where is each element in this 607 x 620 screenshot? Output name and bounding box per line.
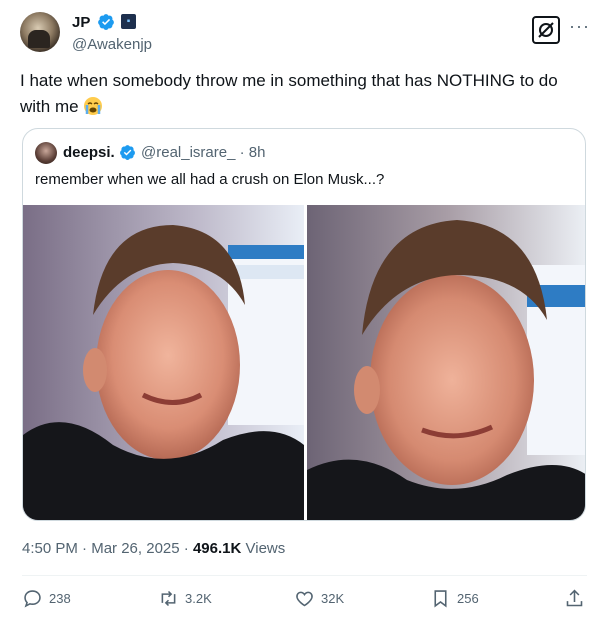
tweet-header: JP ▪ @Awakenjp ···: [20, 10, 590, 58]
tweet-meta: 4:50 PM · Mar 26, 2025 · 496.1K Views: [22, 540, 285, 557]
action-bar: 238 3.2K 32K 256: [22, 588, 587, 612]
verified-badge-icon: [120, 145, 135, 160]
share-icon: [566, 589, 583, 607]
tweet-body: I hate when somebody throw me in somethi…: [20, 68, 585, 120]
grok-icon[interactable]: [532, 16, 560, 44]
repost-count: 3.2K: [185, 591, 212, 606]
quoted-time: 8h: [248, 144, 266, 161]
quoted-photo-2[interactable]: [307, 205, 585, 520]
views-count: 496.1K: [192, 540, 242, 557]
tweet-time[interactable]: 4:50 PM: [22, 540, 78, 557]
reply-count: 238: [49, 591, 71, 606]
bookmark-icon: [434, 590, 447, 608]
reply-button[interactable]: 238: [22, 588, 71, 609]
quoted-author-avatar: [35, 142, 57, 164]
heart-icon: [296, 591, 313, 607]
separator: ·: [183, 540, 189, 557]
quoted-author-handle: @real_israre_: [141, 144, 236, 161]
views-label: Views: [245, 540, 286, 557]
author-avatar[interactable]: [20, 12, 60, 52]
author-name[interactable]: JP: [72, 14, 90, 31]
repost-button[interactable]: 3.2K: [158, 588, 212, 609]
tweet-date[interactable]: Mar 26, 2025: [91, 540, 179, 557]
bookmark-button[interactable]: 256: [430, 588, 479, 609]
verified-badge-icon: [98, 14, 114, 30]
quoted-photo-1[interactable]: [23, 205, 304, 520]
crying-face-emoji-icon: [84, 97, 103, 115]
more-options-icon[interactable]: ···: [569, 16, 590, 37]
divider: [22, 575, 587, 576]
quoted-author-name: deepsi.: [63, 144, 115, 161]
like-count: 32K: [321, 591, 345, 606]
share-button[interactable]: [564, 588, 585, 609]
author-handle[interactable]: @Awakenjp: [72, 36, 152, 53]
reply-icon: [24, 590, 41, 608]
quoted-text: remember when we all had a crush on Elon…: [35, 171, 385, 188]
quoted-meta: @real_israre_ · 8h: [141, 144, 265, 161]
affiliate-badge-icon[interactable]: ▪: [121, 14, 136, 29]
quoted-tweet[interactable]: deepsi. @real_israre_ · 8h remember when…: [22, 128, 586, 521]
repost-icon: [161, 590, 176, 607]
separator: ·: [82, 540, 88, 557]
like-button[interactable]: 32K: [294, 588, 344, 609]
separator: ·: [239, 144, 245, 161]
bookmark-count: 256: [457, 591, 479, 606]
